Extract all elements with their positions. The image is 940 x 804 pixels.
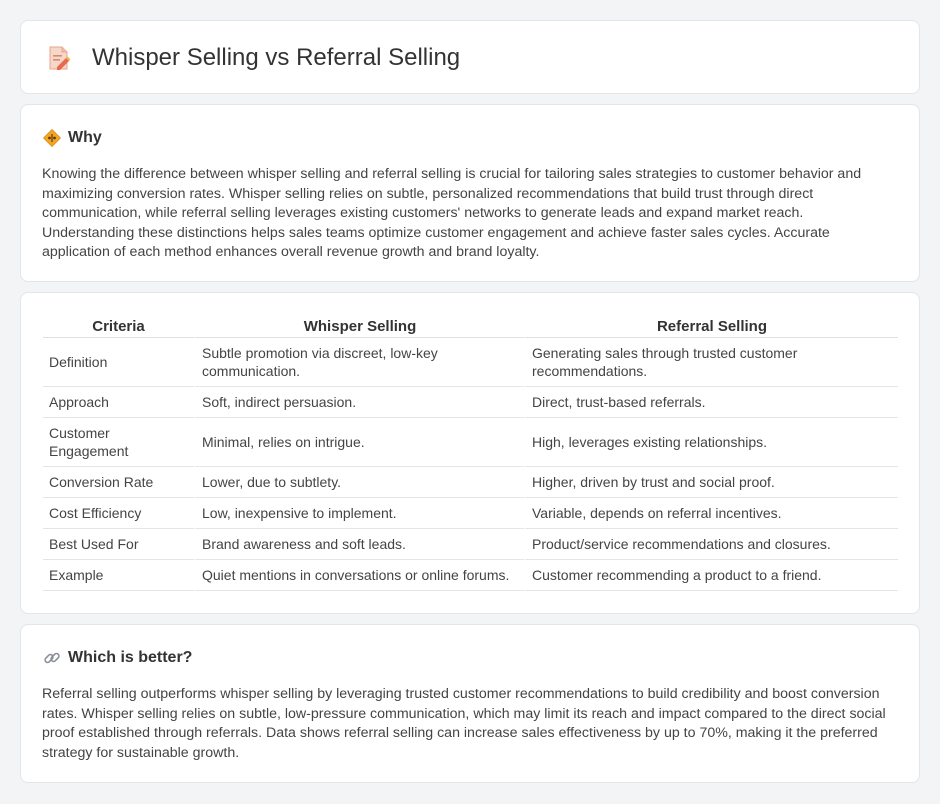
why-text: Knowing the difference between whisper s… [42, 166, 862, 261]
table-row: Example Quiet mentions in conversations … [43, 560, 898, 591]
whisper-cell: Subtle promotion via discreet, low-key c… [194, 338, 524, 387]
criteria-cell: Conversion Rate [43, 467, 194, 498]
whisper-cell: Quiet mentions in conversations or onlin… [194, 560, 524, 591]
better-heading-row: Which is better? [43, 647, 192, 669]
table-row: Customer Engagement Minimal, relies on i… [43, 418, 898, 467]
whisper-cell: Lower, due to subtlety. [194, 467, 524, 498]
referral-cell: High, leverages existing relationships. [524, 418, 898, 467]
whisper-cell: Minimal, relies on intrigue. [194, 418, 524, 467]
better-heading: Which is better? [68, 649, 193, 666]
page-title: Whisper Selling vs Referral Selling [92, 44, 461, 71]
table-header-row: Criteria Whisper Selling Referral Sellin… [43, 314, 898, 338]
referral-cell: Direct, trust-based referrals. [524, 387, 898, 418]
better-text: Referral selling outperforms whisper sel… [42, 686, 886, 761]
why-heading-row: Why [43, 127, 102, 149]
comparison-table-card: Criteria Whisper Selling Referral Sellin… [20, 292, 920, 614]
why-section: Why Knowing the difference between whisp… [20, 104, 920, 282]
whisper-cell: Brand awareness and soft leads. [194, 529, 524, 560]
table-row: Best Used For Brand awareness and soft l… [43, 529, 898, 560]
column-header-referral: Referral Selling [524, 314, 898, 338]
whisper-cell: Low, inexpensive to implement. [194, 498, 524, 529]
referral-cell: Customer recommending a product to a fri… [524, 560, 898, 591]
column-header-criteria: Criteria [43, 314, 194, 338]
title-card: Whisper Selling vs Referral Selling [20, 20, 920, 94]
table-row: Definition Subtle promotion via discreet… [43, 338, 898, 387]
criteria-cell: Approach [43, 387, 194, 418]
whisper-cell: Soft, indirect persuasion. [194, 387, 524, 418]
column-header-whisper: Whisper Selling [194, 314, 524, 338]
criteria-cell: Cost Efficiency [43, 498, 194, 529]
link-icon [44, 652, 60, 664]
comparison-table: Criteria Whisper Selling Referral Sellin… [43, 314, 898, 591]
document-pencil-icon [49, 46, 70, 70]
diamond-sign-icon [43, 129, 61, 147]
why-heading: Why [68, 129, 102, 146]
table-row: Approach Soft, indirect persuasion. Dire… [43, 387, 898, 418]
which-is-better-section: Which is better? Referral selling outper… [20, 624, 920, 783]
referral-cell: Higher, driven by trust and social proof… [524, 467, 898, 498]
criteria-cell: Customer Engagement [43, 418, 194, 467]
referral-cell: Variable, depends on referral incentives… [524, 498, 898, 529]
referral-cell: Product/service recommendations and clos… [524, 529, 898, 560]
table-row: Conversion Rate Lower, due to subtlety. … [43, 467, 898, 498]
referral-cell: Generating sales through trusted custome… [524, 338, 898, 387]
criteria-cell: Definition [43, 338, 194, 387]
table-row: Cost Efficiency Low, inexpensive to impl… [43, 498, 898, 529]
criteria-cell: Example [43, 560, 194, 591]
criteria-cell: Best Used For [43, 529, 194, 560]
